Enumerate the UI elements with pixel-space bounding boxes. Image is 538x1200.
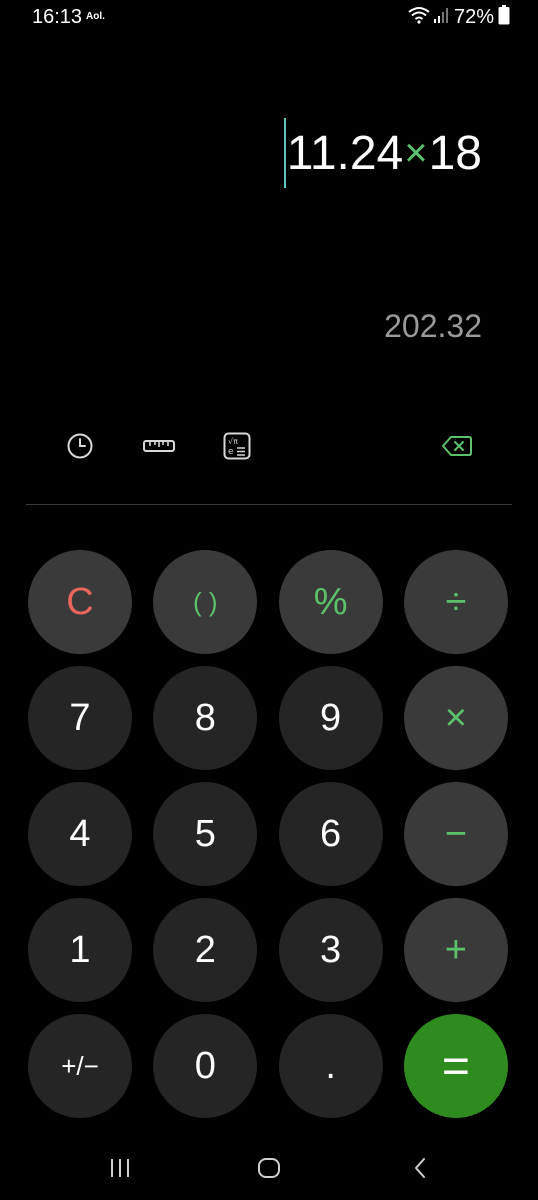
digit-1-button[interactable]: 1 xyxy=(28,898,132,1002)
ruler-icon[interactable] xyxy=(143,430,175,462)
divider xyxy=(26,504,512,505)
parentheses-button[interactable]: ( ) xyxy=(153,550,258,654)
digit-3-button[interactable]: 3 xyxy=(278,898,383,1002)
digit-9-button[interactable]: 9 xyxy=(278,666,383,770)
plus-button[interactable]: + xyxy=(403,898,508,1002)
scientific-icon[interactable]: √π e xyxy=(221,430,253,462)
battery-percent: 72% xyxy=(453,6,494,28)
negate-label: +/− xyxy=(61,1050,99,1081)
divide-button[interactable]: ÷ xyxy=(403,550,508,654)
keypad: C ( ) % ÷ 7 8 9 × 4 5 6 − 1 2 3 + +/− 0 … xyxy=(28,550,510,1118)
tool-row: √π e xyxy=(0,428,538,464)
history-icon[interactable] xyxy=(64,430,96,462)
negate-button[interactable]: +/− xyxy=(28,1014,132,1118)
digit-6-button[interactable]: 6 xyxy=(278,782,383,886)
digit-0-button[interactable]: 0 xyxy=(153,1014,258,1118)
decimal-button[interactable]: . xyxy=(278,1014,383,1118)
multiply-button[interactable]: × xyxy=(403,666,508,770)
digit-4-button[interactable]: 4 xyxy=(28,782,132,886)
status-icons: 72% xyxy=(408,5,510,30)
expression-operand-1: 11.24 xyxy=(286,126,404,180)
digit-2-button[interactable]: 2 xyxy=(153,898,258,1002)
digit-5-button[interactable]: 5 xyxy=(153,782,258,886)
minus-button[interactable]: − xyxy=(403,782,508,886)
wifi-icon xyxy=(408,6,430,29)
text-cursor xyxy=(283,118,286,188)
equals-button[interactable]: = xyxy=(403,1014,508,1118)
expression-operand-2: 18 xyxy=(428,126,482,180)
backspace-icon[interactable] xyxy=(441,430,473,462)
status-carrier: Aol. xyxy=(86,11,105,22)
parentheses-label: ( ) xyxy=(193,586,218,617)
signal-icon xyxy=(433,7,450,28)
back-icon[interactable] xyxy=(400,1154,440,1182)
digit-7-button[interactable]: 7 xyxy=(28,666,132,770)
navigation-bar xyxy=(0,1136,538,1200)
expression-operator: × xyxy=(404,130,428,175)
recents-icon[interactable] xyxy=(100,1154,140,1182)
svg-text:√π: √π xyxy=(228,437,238,446)
digit-8-button[interactable]: 8 xyxy=(153,666,258,770)
svg-text:e: e xyxy=(228,447,234,457)
clear-button[interactable]: C xyxy=(28,550,132,654)
home-icon[interactable] xyxy=(249,1154,289,1182)
expression-display[interactable]: 11.24 × 18 xyxy=(283,118,482,188)
status-bar: 16:13 Aol. 72% xyxy=(0,0,538,36)
battery-icon xyxy=(498,5,510,30)
result-preview: 202.32 xyxy=(384,308,482,344)
status-time: 16:13 xyxy=(32,6,83,28)
percent-button[interactable]: % xyxy=(278,550,383,654)
